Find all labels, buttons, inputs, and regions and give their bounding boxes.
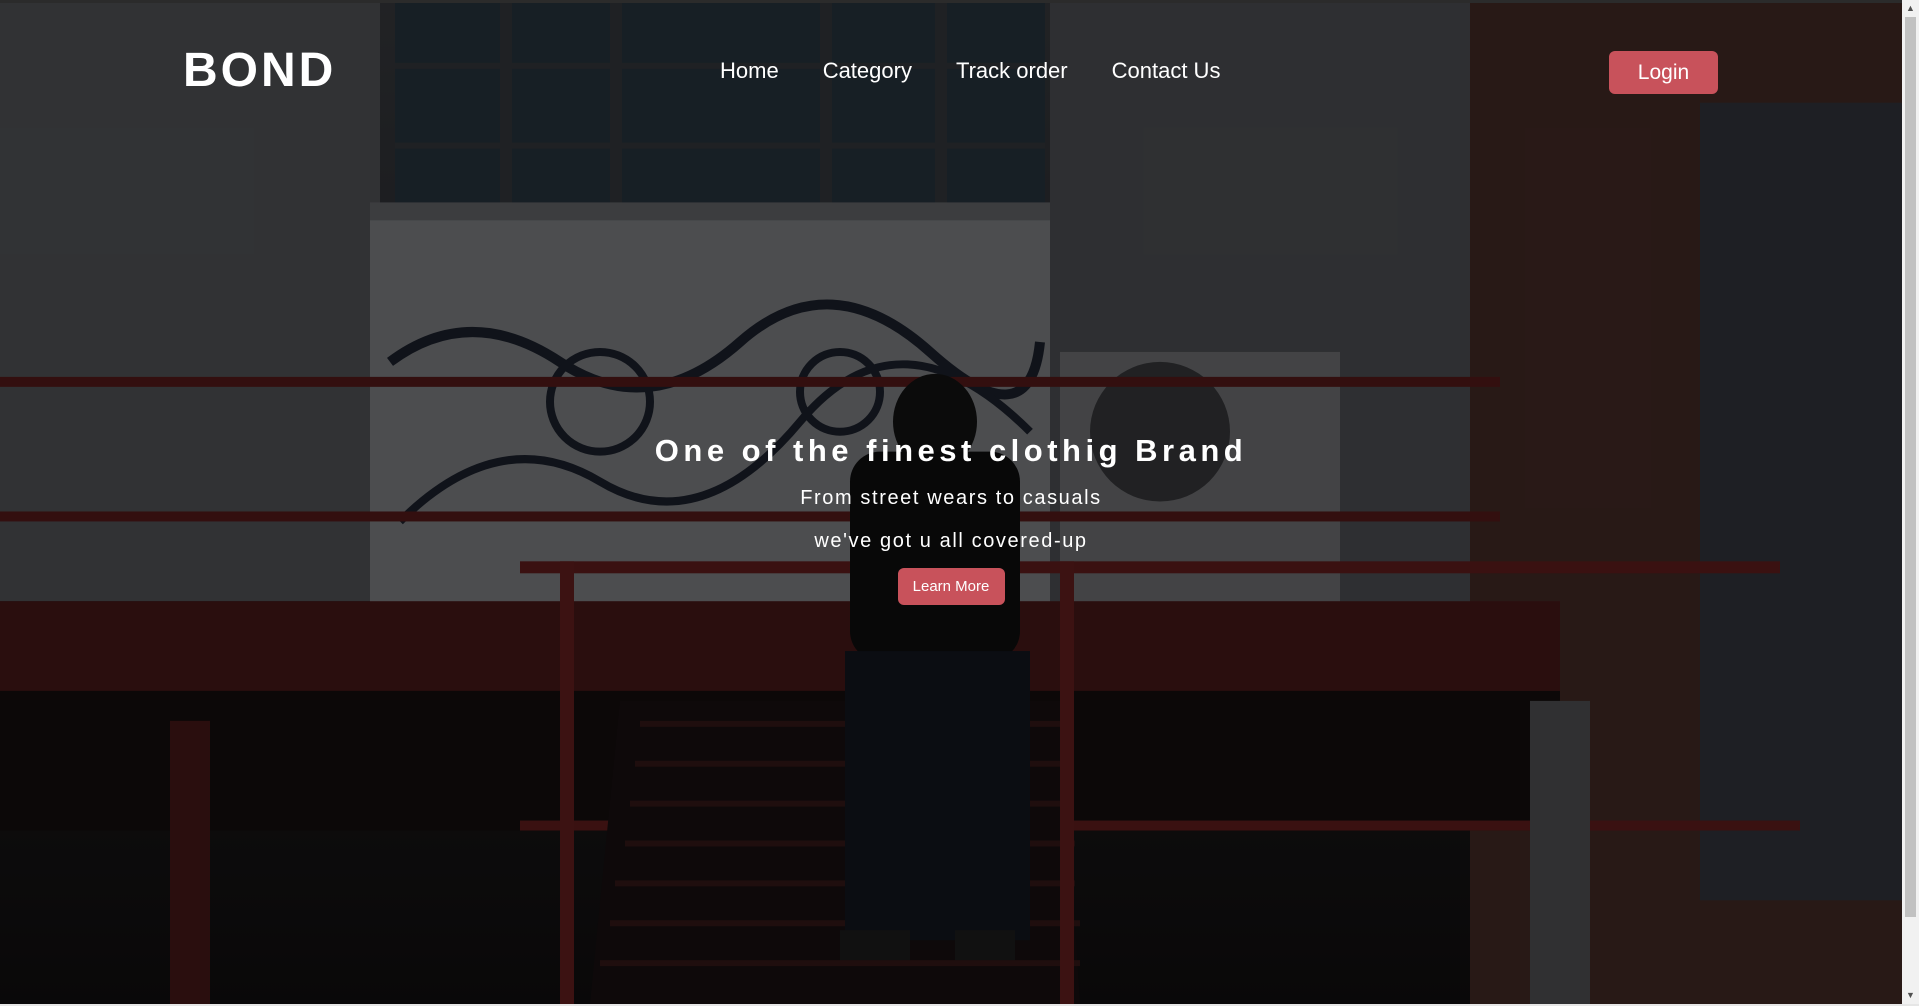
login-button[interactable]: Login bbox=[1609, 51, 1718, 94]
nav-link-track-order[interactable]: Track order bbox=[956, 55, 1068, 87]
navbar: BOND Home Category Track order Contact U… bbox=[0, 3, 1902, 143]
hero-title: One of the finest clothig Brand bbox=[654, 433, 1248, 468]
hero-subtitle-secondary: we've got u all covered-up bbox=[814, 530, 1088, 552]
scroll-up-arrow-icon[interactable]: ▲ bbox=[1902, 0, 1919, 17]
brand-logo[interactable]: BOND bbox=[183, 43, 336, 99]
hero-section: One of the finest clothig Brand From str… bbox=[0, 431, 1902, 605]
scrollbar-thumb[interactable] bbox=[1905, 17, 1916, 917]
nav-link-category[interactable]: Category bbox=[823, 55, 912, 87]
nav-links: Home Category Track order Contact Us bbox=[720, 55, 1264, 87]
nav-link-contact-us[interactable]: Contact Us bbox=[1112, 55, 1221, 87]
hero-subtitle: From street wears to casuals bbox=[800, 487, 1102, 509]
vertical-scrollbar[interactable]: ▲ ▼ bbox=[1902, 0, 1919, 1004]
nav-link-home[interactable]: Home bbox=[720, 55, 779, 87]
learn-more-button[interactable]: Learn More bbox=[897, 568, 1005, 605]
page-viewport: BOND Home Category Track order Contact U… bbox=[0, 0, 1902, 1004]
scroll-down-arrow-icon[interactable]: ▼ bbox=[1902, 987, 1919, 1004]
